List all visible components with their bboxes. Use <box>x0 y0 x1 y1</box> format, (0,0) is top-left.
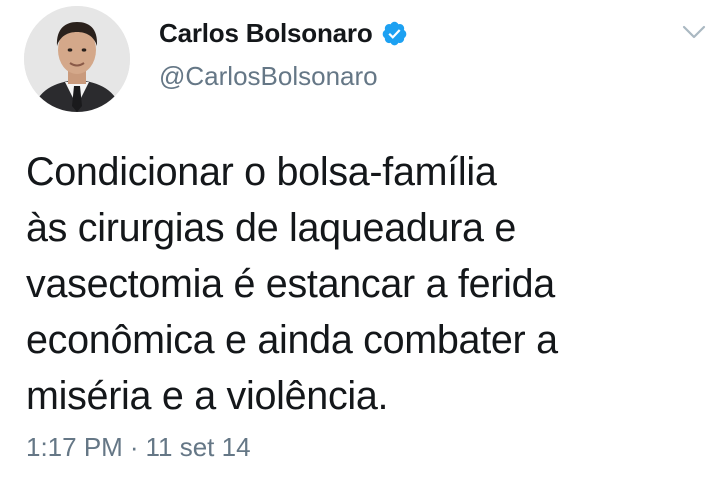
tweet-date: 11 set 14 <box>145 432 251 462</box>
verified-badge-icon <box>381 20 408 47</box>
tweet-text: Condicionar o bolsa-família às cirurgias… <box>26 150 558 418</box>
display-name[interactable]: Carlos Bolsonaro <box>159 18 373 49</box>
tweet-card: Carlos Bolsonaro @CarlosBolsonaro Condic… <box>0 0 720 485</box>
chevron-down-icon[interactable] <box>681 22 707 42</box>
avatar-photo <box>24 6 130 112</box>
tweet-time: 1:17 PM <box>26 432 123 462</box>
user-handle[interactable]: @CarlosBolsonaro <box>159 61 378 92</box>
avatar[interactable] <box>24 6 130 112</box>
tweet-timestamp[interactable]: 1:17 PM · 11 set 14 <box>26 432 251 463</box>
user-name-row[interactable]: Carlos Bolsonaro <box>159 18 408 49</box>
meta-separator: · <box>129 432 139 462</box>
